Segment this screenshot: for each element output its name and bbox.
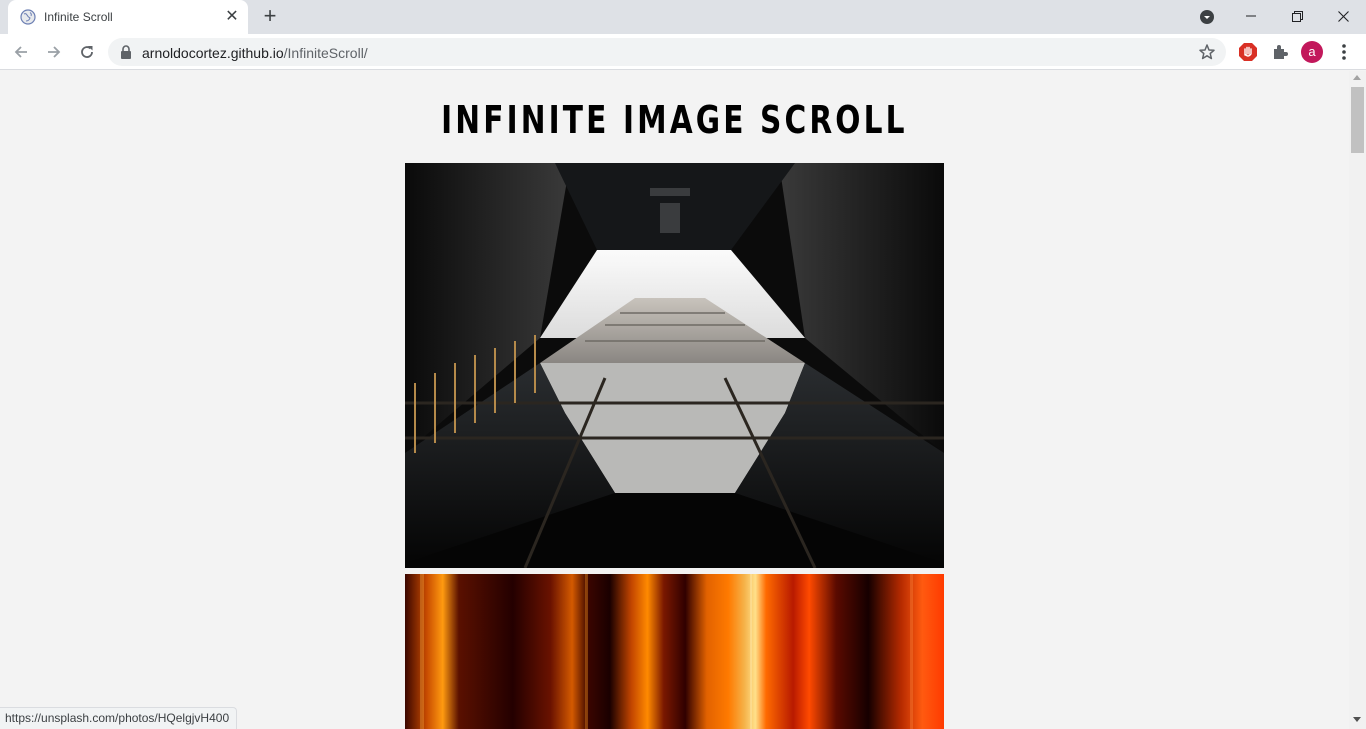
globe-icon (20, 9, 36, 25)
extensions-puzzle-icon[interactable] (1270, 42, 1290, 62)
reload-icon (81, 46, 93, 58)
back-button[interactable] (9, 40, 33, 64)
scroll-down-arrow-icon[interactable] (1353, 717, 1361, 722)
address-bar[interactable]: arnoldocortez.github.io/InfiniteScroll/ (108, 38, 1226, 66)
close-window-button[interactable] (1320, 0, 1366, 32)
abstract-fire-photo[interactable] (405, 574, 944, 729)
arrow-left-icon (14, 46, 27, 58)
new-tab-button[interactable]: + (258, 5, 282, 29)
arrow-right-icon (48, 46, 61, 58)
url-text[interactable]: arnoldocortez.github.io/InfiniteScroll/ (142, 45, 368, 61)
forward-button[interactable] (42, 40, 66, 64)
profile-avatar[interactable]: a (1301, 41, 1323, 63)
reload-button[interactable] (75, 40, 99, 64)
vertical-scrollbar[interactable] (1349, 71, 1366, 729)
restore-button[interactable] (1274, 0, 1320, 32)
tab-strip: Infinite Scroll ✕ + (0, 0, 1366, 34)
minimize-button[interactable] (1228, 0, 1274, 32)
scroll-up-arrow-icon[interactable] (1353, 75, 1361, 80)
close-tab-icon[interactable]: ✕ (222, 7, 242, 27)
adblock-extension-icon[interactable] (1238, 42, 1258, 62)
page-viewport[interactable]: INFINITE IMAGE SCROLL (0, 71, 1349, 729)
scroll-thumb[interactable] (1351, 87, 1364, 153)
active-tab[interactable]: Infinite Scroll ✕ (8, 0, 248, 34)
bookmark-star-icon[interactable] (1198, 43, 1216, 61)
architecture-photo[interactable] (405, 163, 944, 568)
url-host: arnoldocortez.github.io (142, 45, 284, 61)
status-link-bubble: https://unsplash.com/photos/HQelgjvH400 (0, 707, 238, 729)
tab-search-icon[interactable] (1199, 9, 1215, 25)
lock-icon[interactable] (120, 45, 132, 59)
browser-toolbar: arnoldocortez.github.io/InfiniteScroll/ … (0, 34, 1366, 70)
tab-title: Infinite Scroll (44, 10, 113, 24)
url-path: /InfiniteScroll/ (283, 45, 368, 61)
page-title: INFINITE IMAGE SCROLL (441, 98, 908, 142)
more-menu-icon[interactable] (1334, 42, 1354, 62)
